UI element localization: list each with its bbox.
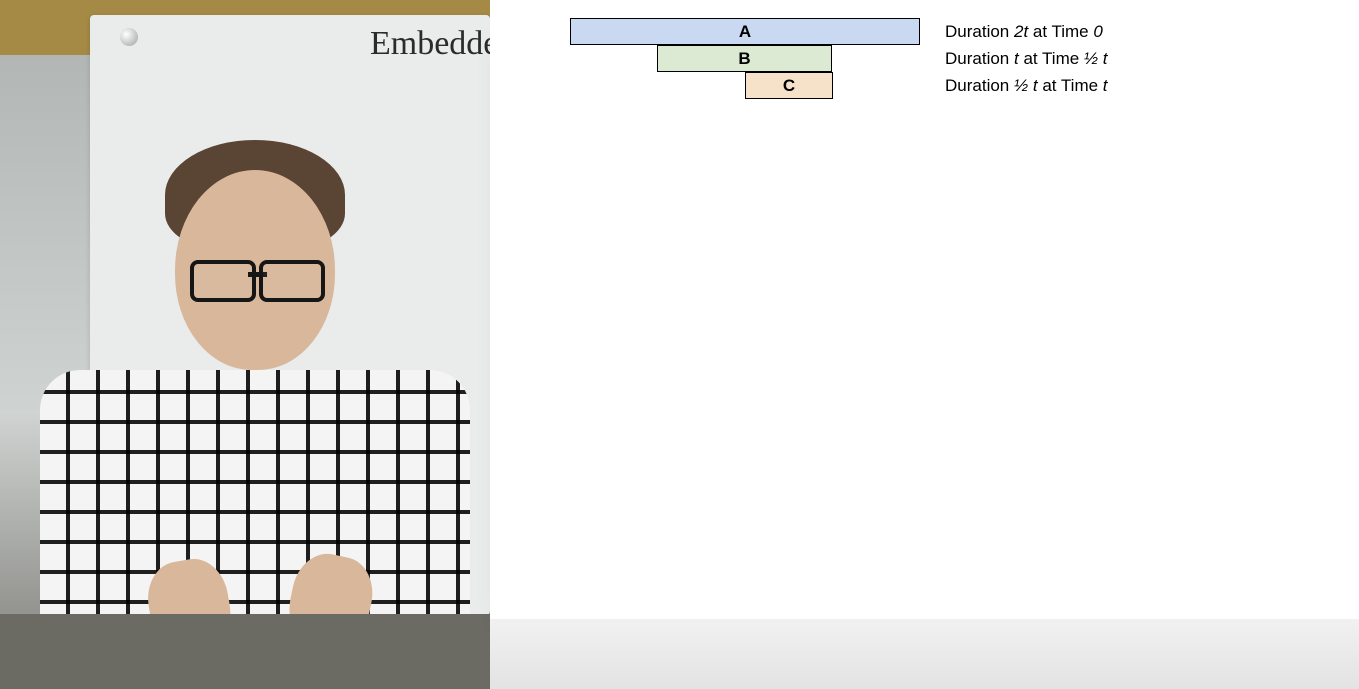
slide-panel: A B C Duration 2t at Time 0 Duration t a…	[490, 0, 1359, 619]
presenter-glasses	[190, 260, 325, 294]
caption-a-prefix: Duration	[945, 18, 1014, 45]
webcam-panel: Embedded	[0, 0, 490, 689]
caption-a-dur: 2t	[1014, 18, 1028, 45]
whiteboard-pin	[120, 28, 138, 46]
caption-b: Duration t at Time ½ t	[945, 45, 1108, 72]
caption-a-time: 0	[1093, 18, 1102, 45]
bar-c: C	[745, 72, 833, 99]
bar-b: B	[657, 45, 832, 72]
timeline-chart: A B C	[570, 18, 930, 99]
timeline-captions: Duration 2t at Time 0 Duration t at Time…	[945, 18, 1108, 99]
slide-shadow-area	[490, 619, 1359, 689]
caption-c-mid: at Time	[1038, 72, 1103, 99]
caption-b-mid: at Time	[1019, 45, 1084, 72]
caption-c: Duration ½ t at Time t	[945, 72, 1108, 99]
caption-a: Duration 2t at Time 0	[945, 18, 1108, 45]
caption-c-dur: ½ t	[1014, 72, 1038, 99]
caption-a-mid: at Time	[1028, 18, 1093, 45]
caption-c-prefix: Duration	[945, 72, 1014, 99]
caption-c-time: t	[1103, 72, 1108, 99]
caption-b-time: ½ t	[1084, 45, 1108, 72]
bar-a: A	[570, 18, 920, 45]
floor-strip	[0, 614, 490, 689]
caption-b-prefix: Duration	[945, 45, 1014, 72]
stage: Embedded A B C Duration 2t at Time 0 Dur…	[0, 0, 1359, 689]
